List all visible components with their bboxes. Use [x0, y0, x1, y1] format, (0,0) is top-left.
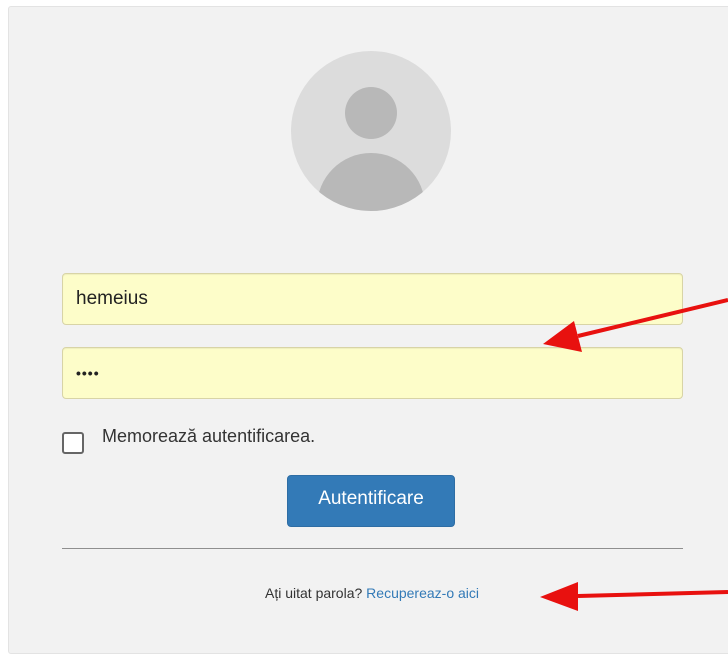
remember-checkbox[interactable] [62, 432, 84, 454]
forgot-password-line: Ați uitat parola? Recupereaz-o aici [0, 583, 728, 603]
login-page: hemeius •••• Memorează autentificarea. A… [0, 0, 728, 660]
recover-password-link[interactable]: Recupereaz-o aici [366, 585, 479, 601]
password-input[interactable]: •••• [62, 347, 683, 399]
divider [62, 548, 683, 549]
avatar-body [317, 153, 425, 211]
user-avatar-icon [291, 51, 451, 211]
forgot-password-text: Ați uitat parola? [264, 585, 363, 601]
remember-label[interactable]: Memorează autentificarea. [102, 424, 315, 448]
username-input[interactable]: hemeius [62, 273, 683, 325]
avatar-head [345, 87, 397, 139]
login-button[interactable]: Autentificare [287, 475, 455, 527]
